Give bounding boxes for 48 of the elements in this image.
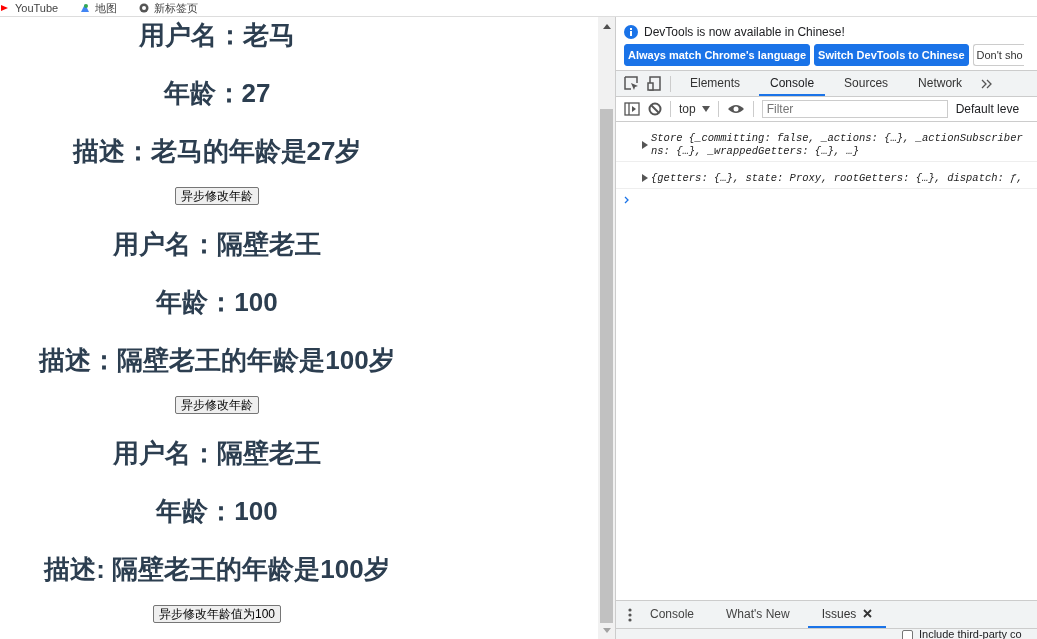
panel-tab[interactable]: Network: [907, 71, 974, 96]
eye-icon[interactable]: [726, 103, 745, 115]
drawer-tab[interactable]: What's New: [712, 601, 804, 628]
bookmark-link[interactable]: 新标签页: [139, 0, 199, 16]
close-icon[interactable]: [863, 609, 873, 618]
scrollbar-thumb[interactable]: [600, 109, 613, 623]
update-age-button[interactable]: 异步修改年龄: [175, 187, 259, 205]
map-icon: [80, 3, 91, 13]
info-heading: 年龄：27: [163, 77, 271, 110]
log-levels-menu[interactable]: Default leve: [955, 102, 1020, 116]
panel-tab[interactable]: Elements: [679, 71, 752, 96]
sidebar-toggle-icon[interactable]: [624, 102, 640, 116]
info-heading: 描述: 隔壁老王的年龄是100岁: [44, 553, 390, 586]
bookmark-link[interactable]: YouTube: [0, 2, 59, 14]
clear-icon[interactable]: [648, 102, 662, 116]
info-heading: 年龄：100: [156, 495, 278, 528]
menu-icon[interactable]: [628, 607, 632, 622]
notice-text: DevTools is now available in Chinese!: [644, 25, 845, 39]
expand-icon[interactable]: [642, 140, 648, 149]
context-selector[interactable]: top: [679, 102, 710, 116]
drawer-tab[interactable]: Console: [636, 601, 709, 628]
notice-button[interactable]: Don't sho: [972, 44, 1024, 66]
update-age-button[interactable]: 异步修改年龄值为100: [153, 605, 281, 623]
checkbox[interactable]: [902, 630, 913, 639]
info-heading: 用户名：老马: [139, 19, 295, 52]
bookmark-link[interactable]: 地图: [80, 0, 118, 16]
scroll-up-icon[interactable]: [601, 23, 612, 30]
dropdown-icon: [701, 106, 710, 112]
panel-tab[interactable]: Sources: [833, 71, 900, 96]
inspect-icon[interactable]: [624, 76, 639, 91]
info-icon: [624, 25, 638, 39]
log-message: Store {_committing: false, _actions: {…}, _actionSubscriber ns: {…}, _wrappedGetters: {…}, …}: [651, 132, 1023, 157]
filter-field[interactable]: Filter: [761, 100, 948, 118]
info-heading: 年龄：100: [156, 286, 278, 319]
info-heading: 描述：隔壁老王的年龄是100岁: [39, 344, 395, 377]
info-heading: 用户名：隔壁老王: [113, 437, 321, 470]
panel-tab[interactable]: Console: [759, 71, 826, 96]
more-tabs-icon[interactable]: [981, 78, 993, 89]
notice-button[interactable]: Always match Chrome's language: [624, 44, 811, 66]
play-icon: [0, 3, 10, 13]
log-message: {getters: {…}, state: Proxy, rootGetters: {…}, dispatch: ƒ,: [651, 172, 1023, 184]
prompt-icon: [624, 196, 630, 204]
info-heading: 用户名：隔壁老王: [113, 228, 321, 261]
update-age-button[interactable]: 异步修改年龄: [175, 396, 259, 414]
device-icon[interactable]: [647, 76, 662, 91]
info-heading: 描述：老马的年龄是27岁: [72, 135, 362, 168]
expand-icon[interactable]: [642, 174, 648, 182]
notice-button[interactable]: Switch DevTools to Chinese: [814, 44, 969, 66]
